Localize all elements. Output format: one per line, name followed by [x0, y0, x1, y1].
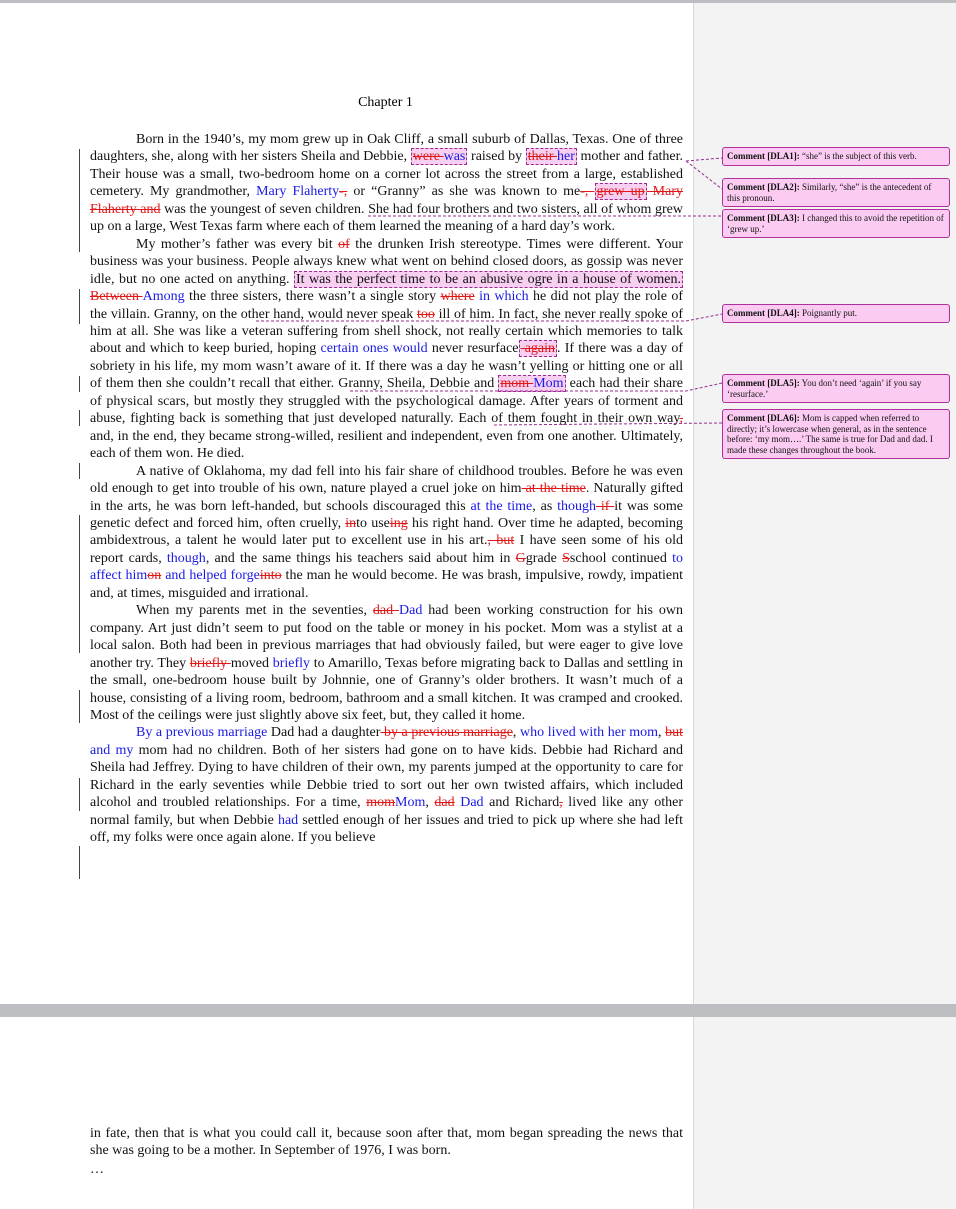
- paragraph-4: When my parents met in the seventies, da…: [90, 603, 684, 723]
- comment-balloon-5[interactable]: Comment [DLA5]: You don’t need ‘again’ i…: [722, 374, 950, 403]
- change-bar: [79, 376, 80, 392]
- comment-anchor-5[interactable]: again: [518, 340, 558, 358]
- chapter-title: Chapter 1: [358, 95, 413, 110]
- change-bar: [79, 778, 80, 811]
- comment-anchor-1[interactable]: were was: [410, 148, 468, 166]
- comment-anchor-4[interactable]: It was the perfect time to be an abusive…: [294, 270, 683, 288]
- change-bar: [79, 149, 80, 252]
- ellipsis: …: [90, 1162, 104, 1177]
- change-bar: [79, 463, 80, 479]
- change-bar: [79, 846, 80, 879]
- paragraph-6: in fate, then that is what you could cal…: [90, 1126, 683, 1159]
- chapter-body-continued[interactable]: in fate, then that is what you could cal…: [90, 1125, 683, 1160]
- change-bar: [79, 515, 80, 653]
- document-page-2[interactable]: in fate, then that is what you could cal…: [0, 1017, 956, 1209]
- paragraph-2: My mother’s father was every bit of the …: [90, 236, 683, 462]
- chapter-body[interactable]: Born in the 1940’s, my mom grew up in Oa…: [90, 131, 683, 847]
- comment-anchor-2[interactable]: their her: [525, 148, 577, 166]
- markup-margin-pane: [693, 1017, 956, 1209]
- change-bar: [79, 289, 80, 324]
- paragraph-1: Born in the 1940’s, my mom grew up in Oa…: [90, 132, 684, 235]
- comment-anchor-6[interactable]: mom Mom: [498, 375, 566, 393]
- document-page-1[interactable]: Chapter 1 Born in the 1940’s, my mom gre…: [0, 3, 956, 1004]
- comment-balloon-2[interactable]: Comment [DLA2]: Similarly, “she” is the …: [722, 178, 950, 207]
- paragraph-5: By a previous marriage Dad had a daughte…: [90, 725, 684, 846]
- change-bars: [79, 3, 81, 1004]
- comment-balloon-4[interactable]: Comment [DLA4]: Poignantly put.: [722, 304, 950, 323]
- comment-balloon-3[interactable]: Comment [DLA3]: I changed this to avoid …: [722, 209, 950, 238]
- change-bar: [79, 690, 80, 723]
- comment-balloon-1[interactable]: Comment [DLA1]: “she” is the subject of …: [722, 147, 950, 166]
- paragraph-3: A native of Oklahoma, my dad fell into h…: [90, 463, 684, 601]
- comment-balloon-6[interactable]: Comment [DLA6]: Mom is capped when refer…: [722, 409, 950, 459]
- comment-anchor-3[interactable]: grew up: [594, 183, 647, 201]
- change-bar: [79, 410, 80, 426]
